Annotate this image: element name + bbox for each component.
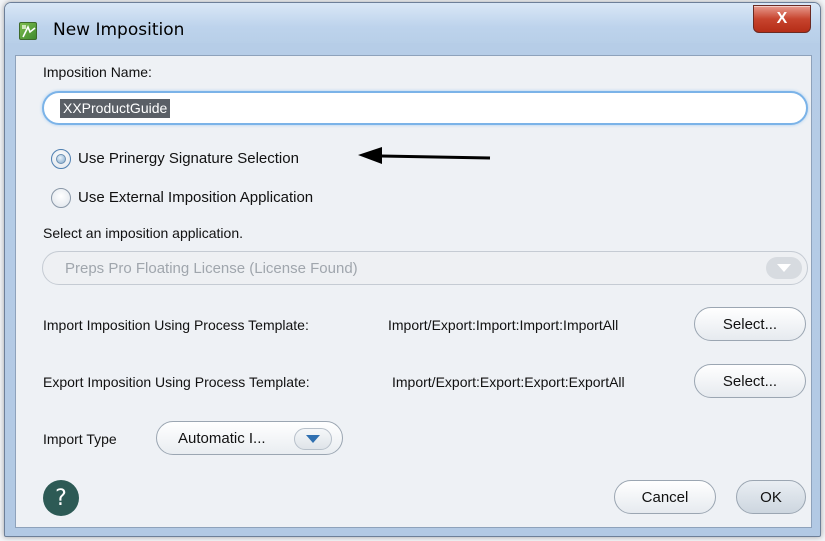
arrow-left-icon xyxy=(358,147,491,164)
radio-prinergy-signature[interactable] xyxy=(51,149,71,169)
import-template-value: Import/Export:Import:Import:ImportAll xyxy=(388,317,619,333)
import-type-select[interactable]: Automatic I... xyxy=(156,421,343,455)
import-type-label: Import Type xyxy=(43,431,117,447)
dialog-content: Imposition Name: XXProductGuide Use Prin… xyxy=(15,55,812,528)
cancel-button[interactable]: Cancel xyxy=(614,480,716,514)
radio-external-application[interactable] xyxy=(51,188,71,208)
radio-external-label[interactable]: Use External Imposition Application xyxy=(78,189,313,206)
chevron-down-icon[interactable] xyxy=(294,428,332,450)
import-select-button[interactable]: Select... xyxy=(694,307,806,341)
imposition-app-icon xyxy=(19,22,37,40)
import-template-label: Import Imposition Using Process Template… xyxy=(43,317,309,333)
export-select-button[interactable]: Select... xyxy=(694,364,806,398)
imposition-app-select-value: Preps Pro Floating License (License Foun… xyxy=(65,260,358,277)
title-bar[interactable]: New Imposition X xyxy=(5,3,820,43)
export-template-value: Import/Export:Export:Export:ExportAll xyxy=(392,374,625,390)
imposition-name-input[interactable]: XXProductGuide xyxy=(42,91,808,125)
radio-prinergy-label[interactable]: Use Prinergy Signature Selection xyxy=(78,150,299,167)
import-type-value: Automatic I... xyxy=(178,430,266,447)
help-button[interactable]: ? xyxy=(43,480,79,516)
export-template-label: Export Imposition Using Process Template… xyxy=(43,374,310,390)
imposition-name-label: Imposition Name: xyxy=(43,64,152,80)
ok-button[interactable]: OK xyxy=(736,480,806,514)
imposition-app-select[interactable]: Preps Pro Floating License (License Foun… xyxy=(42,251,808,285)
chevron-down-icon[interactable] xyxy=(766,257,802,279)
imposition-name-value: XXProductGuide xyxy=(60,99,171,118)
dialog-window: New Imposition X Imposition Name: XXProd… xyxy=(4,2,821,537)
window-title: New Imposition xyxy=(53,20,185,40)
select-app-label: Select an imposition application. xyxy=(43,225,244,241)
close-button[interactable]: X xyxy=(753,5,811,33)
